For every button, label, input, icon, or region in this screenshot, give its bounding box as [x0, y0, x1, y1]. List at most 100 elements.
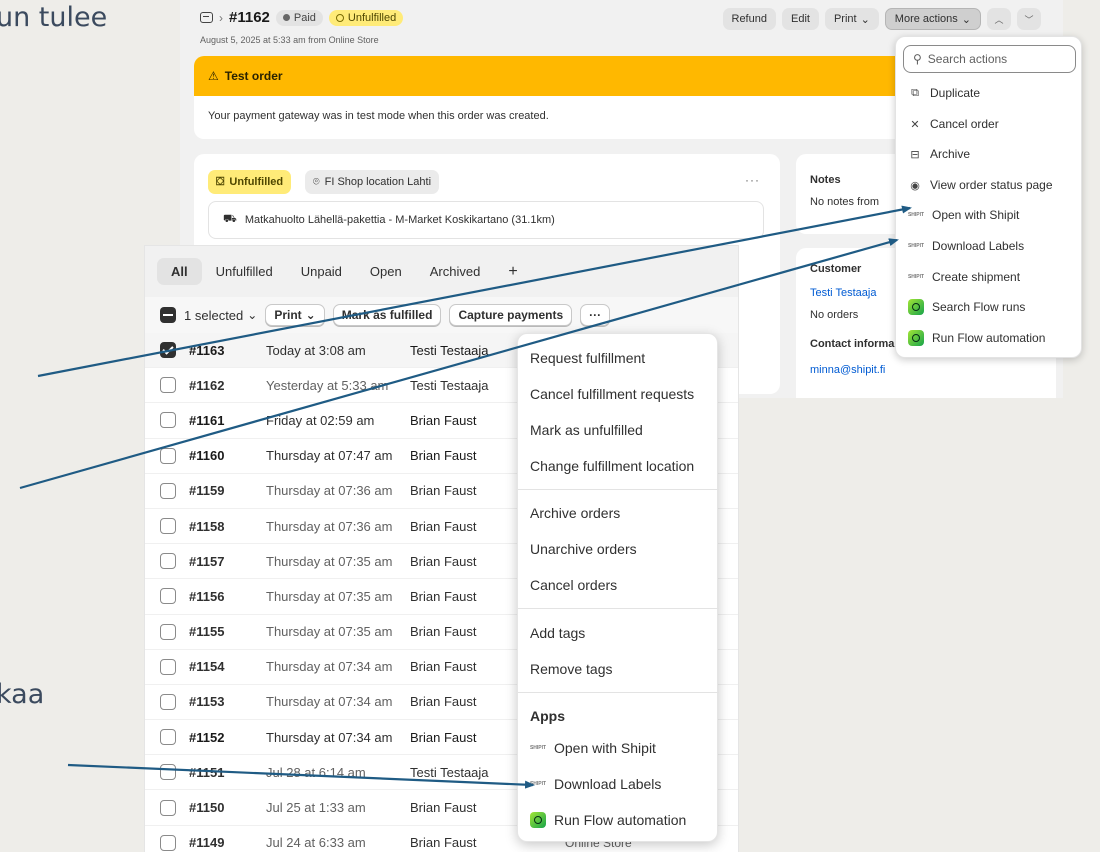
bulk-request-fulfillment[interactable]: Request fulfillment: [530, 346, 645, 370]
previous-order-button[interactable]: ︿: [987, 8, 1011, 30]
select-all-checkbox[interactable]: [160, 307, 176, 323]
action-cancel-order[interactable]: ✕ Cancel order: [908, 113, 998, 135]
edit-label: Edit: [790, 13, 810, 25]
shipit-icon: SHIPIT: [907, 243, 925, 249]
order-number[interactable]: #1151: [189, 765, 224, 780]
warning-icon: ⚠: [208, 69, 219, 83]
archive-icon: ⊟: [910, 148, 920, 161]
row-checkbox[interactable]: [160, 588, 176, 605]
add-tab-button[interactable]: +: [494, 263, 531, 281]
customer-name: Testi Testaaja: [410, 377, 489, 393]
customer-name: Brian Faust: [410, 835, 477, 851]
order-number[interactable]: #1154: [189, 659, 224, 674]
bulk-archive-orders[interactable]: Archive orders: [530, 501, 620, 525]
customer-name: Brian Faust: [410, 694, 477, 710]
tab-archived[interactable]: Archived: [416, 258, 495, 285]
tab-unfulfilled[interactable]: Unfulfilled: [202, 258, 287, 285]
order-number[interactable]: #1161: [189, 413, 224, 428]
bulk-add-tags[interactable]: Add tags: [530, 621, 585, 645]
row-checkbox[interactable]: [160, 482, 176, 499]
chevron-up-icon: ︿: [994, 14, 1004, 25]
bulk-mark-as-unfulfilled[interactable]: Mark as unfulfilled: [530, 418, 643, 442]
action-open-with-shipit[interactable]: SHIPIT Open with Shipit: [908, 204, 1019, 226]
row-checkbox[interactable]: [160, 553, 176, 570]
action-view-status-page[interactable]: ◉ View order status page: [908, 174, 1052, 196]
order-number[interactable]: #1156: [189, 589, 224, 604]
edit-button[interactable]: Edit: [781, 8, 819, 30]
order-number[interactable]: #1155: [189, 624, 224, 639]
bulk-open-with-shipit[interactable]: SHIPIT Open with Shipit: [530, 736, 656, 760]
bulk-print-button[interactable]: Print ⌄: [265, 304, 325, 326]
row-checkbox[interactable]: [160, 342, 176, 359]
more-options-icon[interactable]: ···: [745, 173, 760, 187]
action-run-flow-automation[interactable]: Run Flow automation: [908, 327, 1045, 349]
action-download-labels[interactable]: SHIPIT Download Labels: [908, 235, 1024, 257]
row-checkbox[interactable]: [160, 623, 176, 640]
row-checkbox[interactable]: [160, 799, 176, 816]
mark-as-fulfilled-button[interactable]: Mark as fulfilled: [332, 304, 442, 326]
contact-email-link[interactable]: minna@shipit.fi: [810, 364, 885, 376]
action-create-shipment[interactable]: SHIPIT Create shipment: [908, 266, 1020, 288]
row-checkbox[interactable]: [160, 518, 176, 535]
order-number[interactable]: #1159: [189, 483, 224, 498]
row-checkbox[interactable]: [160, 729, 176, 746]
customer-name: Testi Testaaja: [410, 764, 489, 780]
order-number[interactable]: #1150: [189, 800, 224, 815]
flow-icon: [908, 330, 924, 346]
chevron-down-icon: ⌄: [961, 13, 971, 26]
customer-name: Brian Faust: [410, 553, 477, 569]
search-actions-input[interactable]: ⚲ Search actions: [903, 45, 1076, 73]
print-button[interactable]: Print ⌄: [824, 8, 879, 30]
action-duplicate[interactable]: ⧉ Duplicate: [908, 82, 980, 104]
order-number[interactable]: #1152: [189, 730, 224, 745]
order-number[interactable]: #1160: [189, 448, 224, 463]
tab-unpaid[interactable]: Unpaid: [287, 258, 356, 285]
customer-name-link[interactable]: Testi Testaaja: [810, 287, 876, 299]
next-order-button[interactable]: ﹀: [1017, 8, 1041, 30]
location-chip-label: FI Shop location Lahti: [324, 176, 432, 188]
bulk-cancel-fulfillment-requests[interactable]: Cancel fulfillment requests: [530, 382, 694, 406]
row-checkbox[interactable]: [160, 447, 176, 464]
tab-open[interactable]: Open: [356, 258, 416, 285]
bulk-run-flow-automation[interactable]: Run Flow automation: [530, 808, 686, 832]
row-checkbox[interactable]: [160, 834, 176, 851]
banner-message: Your payment gateway was in test mode wh…: [208, 110, 549, 122]
order-number[interactable]: #1158: [189, 519, 224, 534]
row-checkbox[interactable]: [160, 377, 176, 394]
order-date: August 5, 2025 at 5:33 am from Online St…: [200, 35, 379, 45]
shipit-icon: SHIPIT: [907, 274, 925, 280]
bulk-remove-tags[interactable]: Remove tags: [530, 657, 612, 681]
orders-icon[interactable]: [200, 12, 213, 23]
bulk-download-labels[interactable]: SHIPIT Download Labels: [530, 772, 661, 796]
refund-button[interactable]: Refund: [722, 8, 776, 30]
action-search-flow-runs[interactable]: Search Flow runs: [908, 296, 1025, 318]
row-checkbox[interactable]: [160, 764, 176, 781]
bulk-unarchive-orders[interactable]: Unarchive orders: [530, 537, 637, 561]
order-date: Thursday at 07:35 am: [266, 588, 393, 604]
action-archive[interactable]: ⊟ Archive: [908, 143, 970, 165]
order-date: Thursday at 07:36 am: [266, 518, 393, 534]
order-number[interactable]: #1163: [189, 343, 224, 358]
shipit-icon: SHIPIT: [529, 781, 547, 787]
truck-icon: ⛟: [223, 213, 237, 225]
tab-all[interactable]: All: [157, 258, 202, 285]
action-label: Duplicate: [930, 86, 981, 100]
more-actions-button[interactable]: More actions ⌄: [884, 8, 981, 30]
row-checkbox[interactable]: [160, 412, 176, 429]
bulk-change-fulfillment-location[interactable]: Change fulfillment location: [530, 454, 694, 478]
order-number[interactable]: #1157: [189, 554, 224, 569]
slide-text-middle: kaa: [0, 679, 45, 710]
header-buttons: Refund Edit Print ⌄ More actions ⌄ ︿ ﹀: [722, 8, 1041, 30]
order-number[interactable]: #1153: [189, 694, 224, 709]
selected-count[interactable]: 1 selected: [184, 308, 243, 323]
order-number[interactable]: #1149: [189, 835, 224, 850]
row-checkbox[interactable]: [160, 658, 176, 675]
bulk-cancel-orders[interactable]: Cancel orders: [530, 573, 617, 597]
more-bulk-actions-button[interactable]: ···: [580, 304, 611, 326]
row-checkbox[interactable]: [160, 693, 176, 710]
capture-payments-label: Capture payments: [458, 308, 564, 322]
chevron-down-icon: ﹀: [1024, 14, 1034, 25]
order-number[interactable]: #1162: [189, 378, 224, 393]
flow-icon: [908, 299, 924, 315]
capture-payments-button[interactable]: Capture payments: [449, 304, 573, 326]
